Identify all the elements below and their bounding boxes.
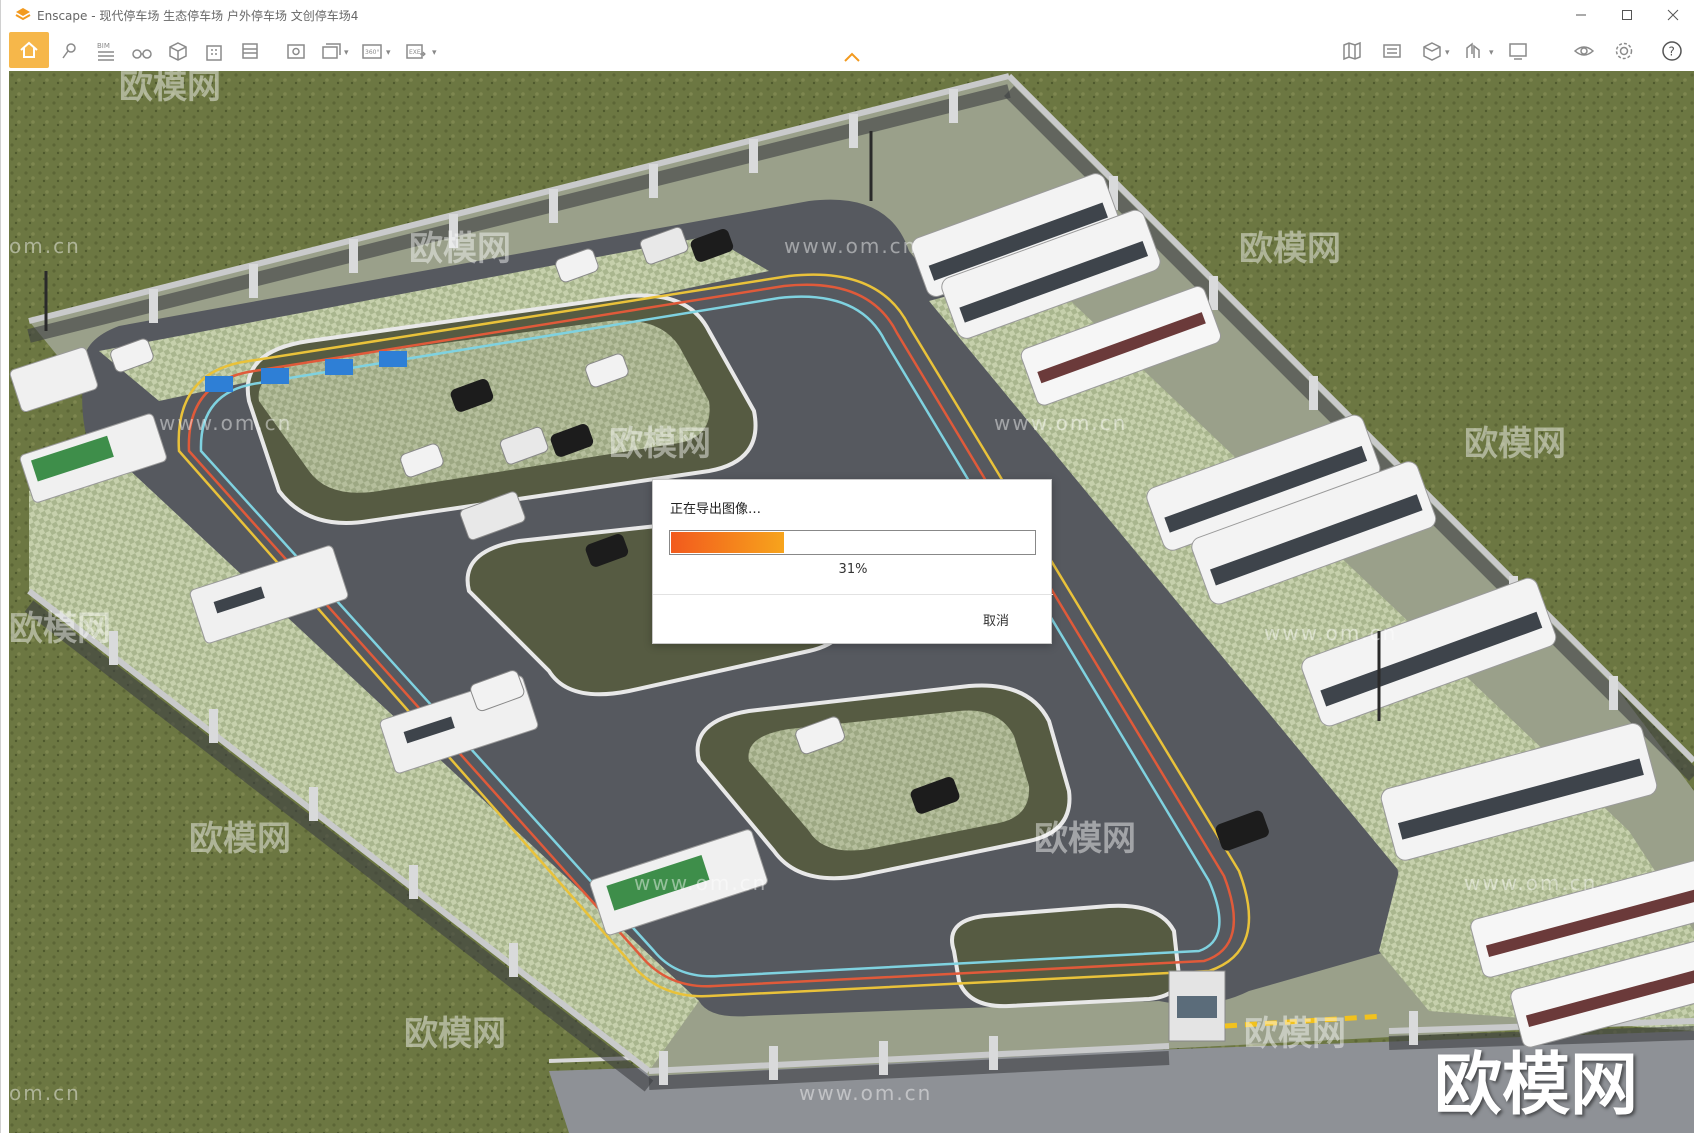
progress-percent: 31% (838, 562, 868, 577)
views-icon (1509, 43, 1527, 60)
map-icon (1343, 41, 1361, 61)
help-button[interactable]: ? (1655, 34, 1689, 68)
window-title: Enscape - 现代停车场 生态停车场 户外停车场 文创停车场4 (37, 9, 359, 23)
close-icon (1667, 9, 1679, 21)
pin-icon (62, 43, 76, 59)
binoculars-button[interactable] (125, 34, 159, 68)
cancel-button[interactable]: 取消 (983, 610, 1009, 629)
watermark-url: www.om.cn (159, 411, 293, 435)
watermark-url: www.om.cn (994, 411, 1128, 435)
minimize-icon (1576, 14, 1586, 16)
binoculars-icon (132, 49, 152, 59)
materials-icon (1466, 42, 1480, 58)
screenshot-icon (287, 44, 305, 59)
cube-icon (169, 42, 187, 61)
svg-text:360°: 360° (365, 49, 379, 56)
layers-icon (242, 43, 258, 59)
settings-icon (1615, 42, 1633, 60)
maximize-icon (1622, 10, 1632, 20)
pin-button[interactable] (53, 34, 87, 68)
batch-render-caret-icon[interactable]: ▾ (344, 48, 349, 58)
enscape-logo-icon (15, 8, 31, 21)
home-button[interactable] (9, 32, 49, 68)
views-button[interactable] (1501, 34, 1535, 68)
watermark-brand: 欧模网 (1464, 424, 1566, 464)
home-icon (20, 41, 38, 58)
cube-button[interactable] (161, 34, 195, 68)
dialog-title: 正在导出图像… (670, 502, 762, 517)
watermark-url: www.om.cn (799, 1081, 933, 1105)
progress-fill (671, 532, 784, 553)
watermark-brand: 欧模网 (9, 609, 111, 649)
watermark-brand: 欧模网 (609, 424, 711, 464)
title-bar[interactable]: Enscape - 现代停车场 生态停车场 户外停车场 文创停车场4 (1, 0, 1701, 30)
bim-button[interactable]: BIM (89, 34, 123, 68)
panorama-caret-icon[interactable]: ▾ (386, 48, 391, 58)
panorama-360-icon: 360° (362, 44, 382, 59)
materials-caret-icon[interactable]: ▾ (1489, 48, 1494, 58)
brand-watermark-large: 欧模网 (1434, 1046, 1639, 1125)
watermark-url: www.om.cn (1464, 871, 1598, 895)
bim-list-icon: BIM (97, 42, 114, 61)
asset-box-icon (1423, 42, 1441, 61)
minimize-button[interactable] (1558, 0, 1604, 30)
video-icon (1383, 44, 1401, 58)
export-progress-dialog: 正在导出图像… 31% 取消 (652, 479, 1053, 644)
building-button[interactable] (197, 34, 231, 68)
maximize-button[interactable] (1604, 0, 1650, 30)
screenshot-button[interactable] (279, 34, 313, 68)
asset-caret-icon[interactable]: ▾ (1445, 48, 1450, 58)
map-button[interactable] (1335, 34, 1369, 68)
watermark-brand: 欧模网 (119, 71, 221, 107)
exe-export-icon: EXE (406, 44, 426, 59)
watermark-brand: 欧模网 (409, 229, 511, 269)
watermark-brand: 欧模网 (404, 1014, 506, 1054)
watermark-brand: 欧模网 (1244, 1014, 1346, 1054)
asset-library-button[interactable] (1415, 34, 1449, 68)
exe-label: EXE (409, 49, 421, 56)
materials-button[interactable] (1457, 34, 1491, 68)
main-toolbar: BIM ▾ 360° ▾ EXE ▾ ▾ ▾ ? (1, 30, 1701, 71)
layers-button[interactable] (233, 34, 267, 68)
batch-render-icon (322, 43, 341, 59)
visibility-button[interactable] (1567, 34, 1601, 68)
watermark-url: www.om.cn (634, 871, 768, 895)
watermark-brand: 欧模网 (189, 819, 291, 859)
watermark-url: www.om.cn (784, 234, 918, 258)
export-progress-bar (669, 530, 1036, 555)
settings-button[interactable] (1607, 34, 1641, 68)
watermark-brand: 欧模网 (1034, 819, 1136, 859)
exe-export-button[interactable]: EXE (399, 34, 433, 68)
bim-label: BIM (97, 42, 110, 50)
building-icon (206, 45, 222, 61)
eye-icon (1573, 46, 1595, 56)
watermark-url: www.om.cn (1264, 621, 1398, 645)
watermark-url: om.cn (9, 234, 81, 258)
watermark-url: om.cn (9, 1081, 81, 1105)
video-editor-button[interactable] (1375, 34, 1409, 68)
watermark-brand: 欧模网 (1239, 229, 1341, 269)
exe-caret-icon[interactable]: ▾ (432, 48, 437, 58)
help-icon: ? (1662, 41, 1682, 61)
dialog-divider (653, 594, 1053, 595)
svg-text:?: ? (1669, 45, 1675, 59)
enscape-window: Enscape - 现代停车场 生态停车场 户外停车场 文创停车场4 BIM ▾… (0, 0, 1701, 1133)
collapse-toolbar-icon[interactable] (841, 50, 863, 64)
panorama-button[interactable]: 360° (355, 34, 389, 68)
close-button[interactable] (1650, 0, 1696, 30)
